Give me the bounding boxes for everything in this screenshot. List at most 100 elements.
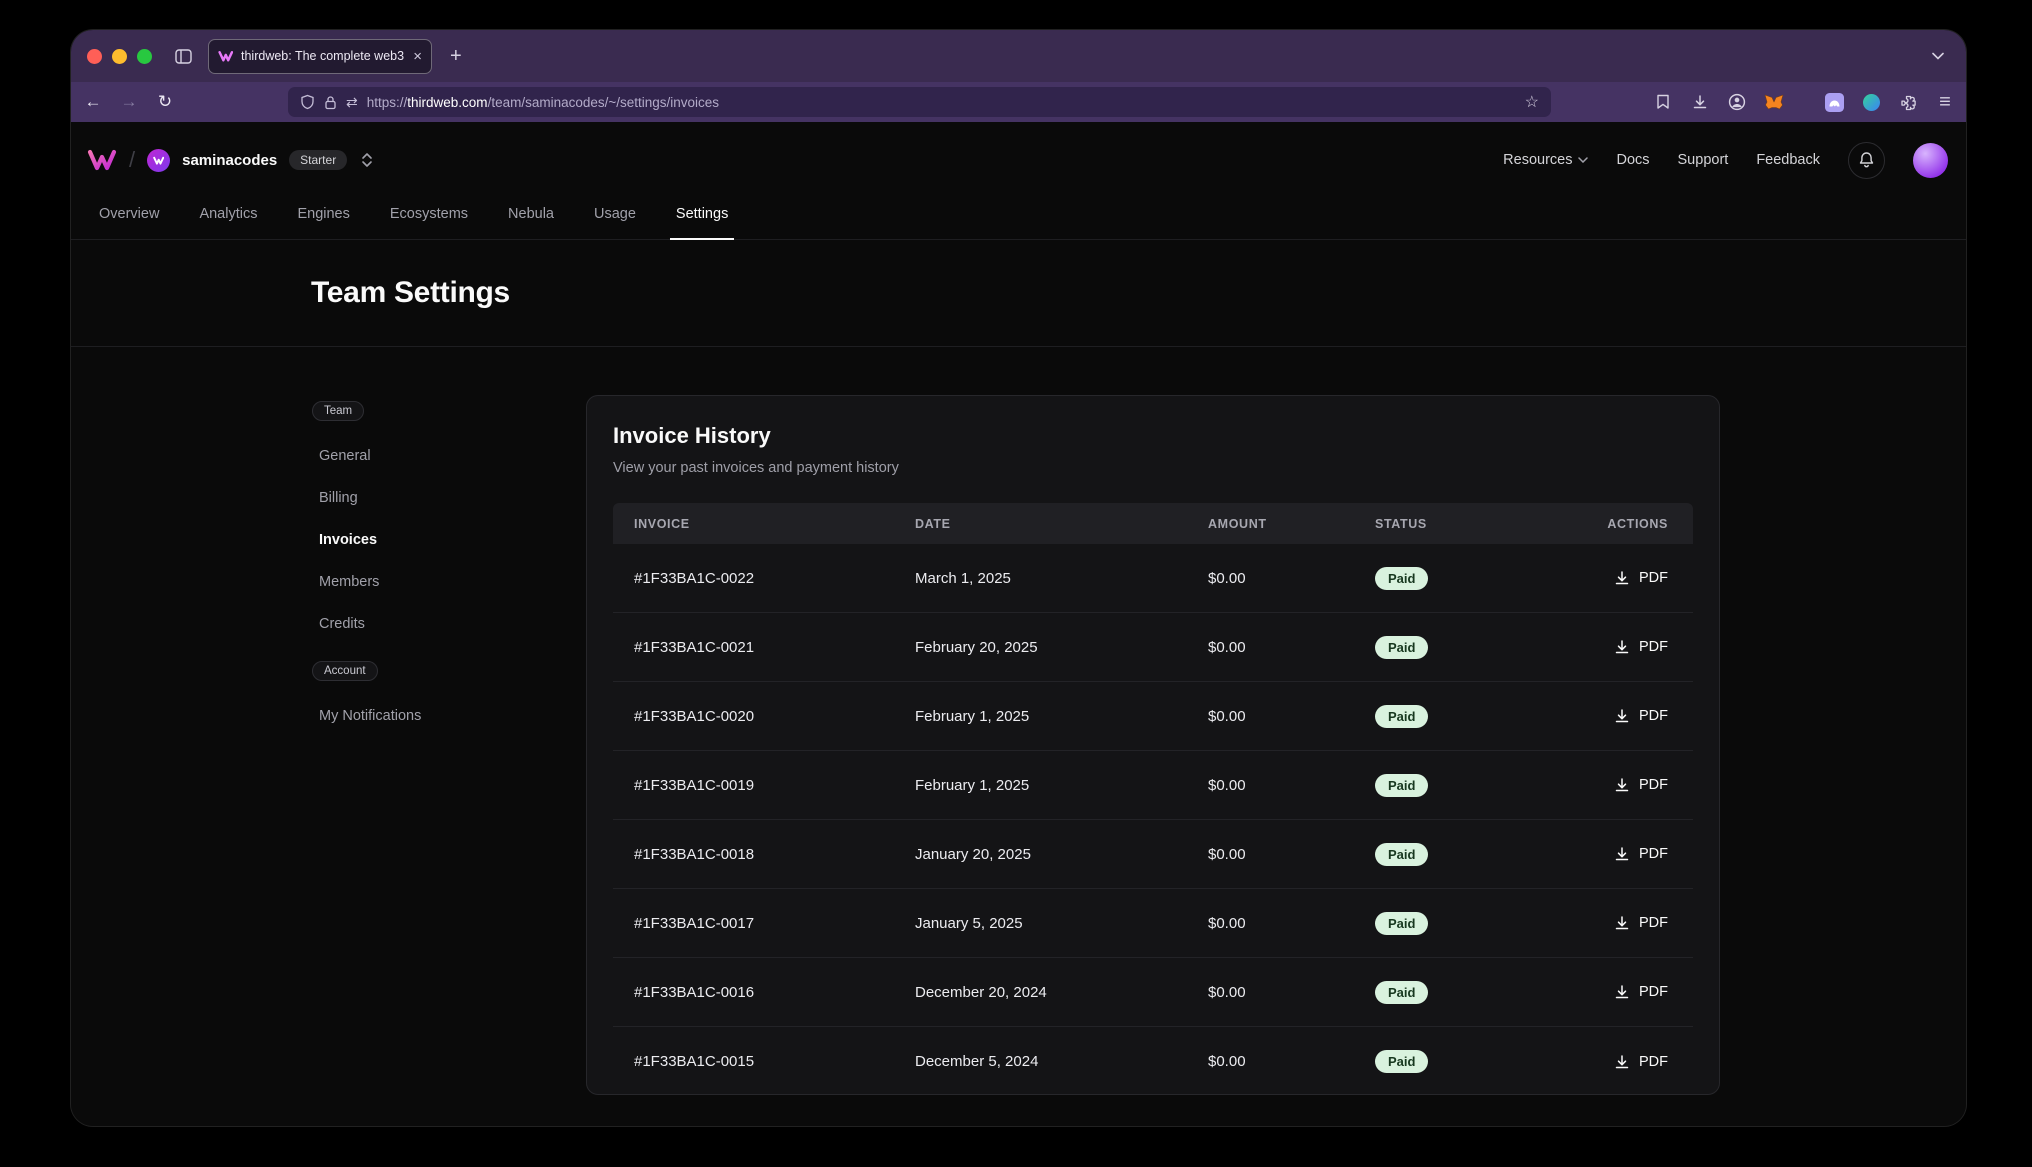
chevron-down-icon [1578,157,1588,163]
invoice-amount: $0.00 [1208,639,1375,656]
lock-icon[interactable] [324,95,337,110]
menu-icon[interactable]: ≡ [1934,91,1956,113]
settings-sidebar: Team General Billing Invoices Members Cr… [312,391,562,737]
col-amount: AMOUNT [1208,517,1375,531]
status-badge: Paid [1375,567,1428,590]
tab-overview[interactable]: Overview [97,188,161,239]
table-header: INVOICE DATE AMOUNT STATUS ACTIONS [613,503,1693,544]
resources-link[interactable]: Resources [1503,152,1588,168]
url-domain: thirdweb.com [407,95,487,110]
download-pdf-button[interactable]: PDF [1614,639,1668,655]
firefox-view-icon[interactable] [168,41,198,71]
team-switcher-icon[interactable] [361,152,373,168]
status-badge: Paid [1375,774,1428,797]
list-all-tabs-icon[interactable] [1932,47,1944,65]
docs-link[interactable]: Docs [1616,152,1649,168]
browser-tab[interactable]: thirdweb: The complete web3 d × [208,39,432,74]
tab-analytics[interactable]: Analytics [197,188,259,239]
table-row: #1F33BA1C-0022 March 1, 2025 $0.00 Paid … [613,544,1693,613]
status-badge: Paid [1375,981,1428,1004]
back-button[interactable]: ← [77,86,109,118]
bookmark-star-icon[interactable]: ☆ [1525,92,1539,112]
account-icon[interactable] [1726,91,1748,113]
team-name[interactable]: saminacodes [182,152,277,169]
invoice-date: February 20, 2025 [915,639,1208,656]
feedback-link[interactable]: Feedback [1756,152,1820,168]
download-pdf-button[interactable]: PDF [1614,570,1668,586]
sidebar-item-billing[interactable]: Billing [312,477,562,519]
support-link[interactable]: Support [1678,152,1729,168]
table-row: #1F33BA1C-0017 January 5, 2025 $0.00 Pai… [613,889,1693,958]
col-invoice: INVOICE [613,517,915,531]
invoice-amount: $0.00 [1208,1053,1375,1070]
metamask-extension-icon[interactable] [1763,91,1785,113]
invoice-number: #1F33BA1C-0016 [613,984,915,1001]
invoice-date: February 1, 2025 [915,708,1208,725]
invoice-date: December 20, 2024 [915,984,1208,1001]
download-icon [1614,570,1630,586]
invoice-amount: $0.00 [1208,846,1375,863]
table-row: #1F33BA1C-0019 February 1, 2025 $0.00 Pa… [613,751,1693,820]
invoice-number: #1F33BA1C-0017 [613,915,915,932]
download-pdf-button[interactable]: PDF [1614,984,1668,1000]
window-controls [87,49,152,64]
site-header: / saminacodes Starter Resources Docs Sup… [71,122,1966,240]
address-bar[interactable]: ⇄ https://thirdweb.com/team/saminacodes/… [288,87,1551,117]
thirdweb-logo-icon[interactable] [87,149,117,171]
page-title-section: Team Settings [71,240,1966,347]
sidebar-item-general[interactable]: General [312,435,562,477]
status-badge: Paid [1375,912,1428,935]
header-links: Resources Docs Support Feedback [1503,142,1948,179]
minimize-window-button[interactable] [112,49,127,64]
sidebar-item-my-notifications[interactable]: My Notifications [312,695,562,737]
download-icon [1614,777,1630,793]
pocket-icon[interactable] [1652,91,1674,113]
download-icon [1614,915,1630,931]
bell-icon [1858,151,1875,169]
sidebar-item-credits[interactable]: Credits [312,603,562,645]
download-pdf-button[interactable]: PDF [1614,1054,1668,1070]
invoice-date: December 5, 2024 [915,1053,1208,1070]
invoice-date: March 1, 2025 [915,570,1208,587]
phantom-extension-icon[interactable] [1823,91,1845,113]
tab-engines[interactable]: Engines [295,188,351,239]
user-avatar[interactable] [1913,143,1948,178]
col-date: DATE [915,517,1208,531]
status-badge: Paid [1375,843,1428,866]
sidebar-item-members[interactable]: Members [312,561,562,603]
download-pdf-button[interactable]: PDF [1614,708,1668,724]
sidebar-group-account: Account [312,661,378,681]
tracking-shield-icon[interactable] [300,94,315,110]
extensions-puzzle-icon[interactable] [1897,91,1919,113]
invoice-amount: $0.00 [1208,984,1375,1001]
download-icon [1614,984,1630,1000]
close-window-button[interactable] [87,49,102,64]
tab-usage[interactable]: Usage [592,188,638,239]
tab-settings[interactable]: Settings [674,188,730,239]
invoice-number: #1F33BA1C-0020 [613,708,915,725]
downloads-icon[interactable] [1689,91,1711,113]
download-pdf-button[interactable]: PDF [1614,777,1668,793]
tab-ecosystems[interactable]: Ecosystems [388,188,470,239]
notifications-button[interactable] [1848,142,1885,179]
reload-button[interactable]: ↻ [149,86,181,118]
new-tab-button[interactable]: + [450,45,462,68]
download-icon [1614,708,1630,724]
permissions-icon[interactable]: ⇄ [346,94,358,111]
team-avatar[interactable] [147,149,170,172]
extension-icon[interactable] [1860,91,1882,113]
zoom-window-button[interactable] [137,49,152,64]
download-pdf-button[interactable]: PDF [1614,915,1668,931]
tab-favicon-icon [218,50,233,62]
tab-close-icon[interactable]: × [413,48,422,65]
tab-nebula[interactable]: Nebula [506,188,556,239]
download-icon [1614,639,1630,655]
invoice-date: January 20, 2025 [915,846,1208,863]
invoice-number: #1F33BA1C-0019 [613,777,915,794]
sidebar-item-invoices[interactable]: Invoices [312,519,562,561]
brand-row: / saminacodes Starter Resources Docs Sup… [87,122,1948,188]
table-row: #1F33BA1C-0018 January 20, 2025 $0.00 Pa… [613,820,1693,889]
download-pdf-button[interactable]: PDF [1614,846,1668,862]
browser-window: thirdweb: The complete web3 d × + ← → ↻ … [71,30,1966,1126]
forward-button[interactable]: → [113,86,145,118]
